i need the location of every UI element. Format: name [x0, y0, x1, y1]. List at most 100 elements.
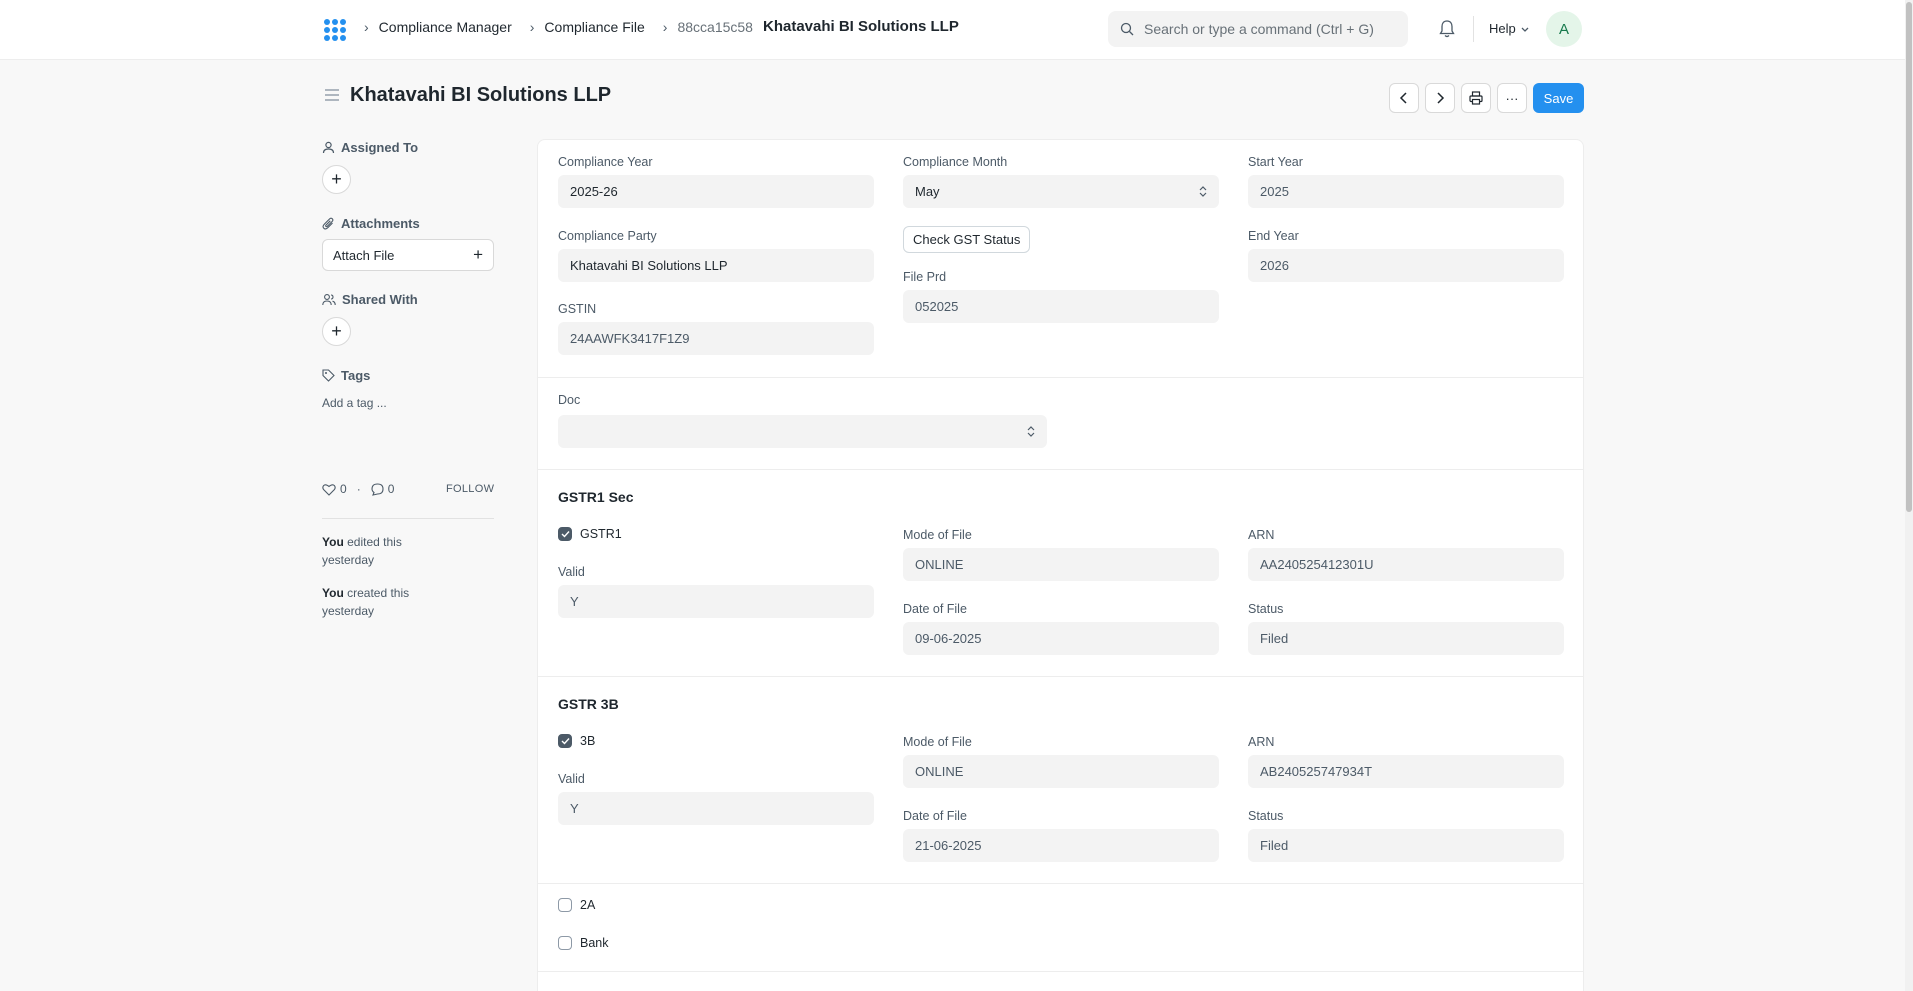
- gstr1-status-field[interactable]: Filed: [1248, 622, 1564, 655]
- search-icon: [1120, 22, 1134, 36]
- search-placeholder: Search or type a command (Ctrl + G): [1144, 21, 1374, 37]
- chevron-right-icon: ›: [529, 18, 535, 35]
- compliance-month-value: May: [915, 184, 940, 199]
- add-share-button[interactable]: +: [322, 317, 351, 346]
- gstr1-mode-field[interactable]: ONLINE: [903, 548, 1219, 581]
- help-dropdown[interactable]: Help: [1489, 21, 1530, 36]
- select-arrows-icon: [1027, 426, 1035, 437]
- scrollbar-thumb[interactable]: [1906, 2, 1912, 512]
- avatar[interactable]: A: [1546, 11, 1582, 47]
- breadcrumb: › Compliance Manager › Compliance File ›…: [360, 18, 959, 35]
- end-year-field[interactable]: 2026: [1248, 249, 1564, 282]
- prev-doc-button[interactable]: [1389, 83, 1419, 113]
- gstr1-checkbox[interactable]: GSTR1: [558, 527, 622, 541]
- add-assignee-button[interactable]: +: [322, 165, 351, 194]
- start-year-label: Start Year: [1248, 155, 1303, 169]
- activity-actor: You: [322, 535, 344, 549]
- stats-separator: ·: [356, 482, 361, 496]
- gstr1-date-field[interactable]: 09-06-2025: [903, 622, 1219, 655]
- gstr3b-date-label: Date of File: [903, 809, 967, 823]
- bank-checkbox[interactable]: Bank: [558, 936, 609, 950]
- gstr3b-check-label: 3B: [580, 734, 596, 748]
- doc-stats: 0 · 0: [322, 482, 394, 496]
- gstr1-arn-field[interactable]: AA240525412301U: [1248, 548, 1564, 581]
- compliance-month-label: Compliance Month: [903, 155, 1008, 169]
- breadcrumb-doc-hash[interactable]: 88cca15c58: [677, 19, 753, 35]
- file-prd-field[interactable]: 052025: [903, 290, 1219, 323]
- doc-select[interactable]: [558, 415, 1047, 448]
- bell-icon[interactable]: [1438, 19, 1456, 42]
- gstin-field[interactable]: 24AAWFK3417F1Z9: [558, 322, 874, 355]
- 2a-check-label: 2A: [580, 898, 596, 912]
- checkbox-box[interactable]: [558, 936, 572, 950]
- navbar: › Compliance Manager › Compliance File ›…: [0, 0, 1905, 60]
- attachments-heading: Attachments: [322, 216, 420, 231]
- gstr3b-valid-label: Valid: [558, 772, 585, 786]
- bank-check-label: Bank: [580, 936, 609, 950]
- compliance-year-field[interactable]: 2025-26: [558, 175, 874, 208]
- help-label: Help: [1489, 21, 1516, 36]
- gstr1-valid-field[interactable]: Y: [558, 585, 874, 618]
- users-icon: [322, 294, 336, 306]
- follow-button[interactable]: FOLLOW: [446, 483, 494, 495]
- comment-icon[interactable]: [371, 482, 384, 496]
- checkbox-box[interactable]: [558, 898, 572, 912]
- end-year-label: End Year: [1248, 229, 1299, 243]
- gstr3b-date-field[interactable]: 21-06-2025: [903, 829, 1219, 862]
- shared-with-label: Shared With: [342, 292, 418, 307]
- attach-file-button[interactable]: Attach File +: [322, 239, 494, 271]
- check-gst-status-button[interactable]: Check GST Status: [903, 226, 1031, 253]
- section-details: Compliance Year 2025-26 Compliance Month…: [538, 140, 1583, 378]
- start-year-field[interactable]: 2025: [1248, 175, 1564, 208]
- heart-icon[interactable]: [322, 483, 336, 496]
- print-button[interactable]: [1461, 83, 1491, 113]
- search-input[interactable]: Search or type a command (Ctrl + G): [1108, 11, 1408, 47]
- save-button[interactable]: Save: [1533, 83, 1584, 113]
- breadcrumb-compliance-file[interactable]: Compliance File: [544, 19, 644, 35]
- section-extra: 2A Bank: [538, 884, 1583, 972]
- checkbox-box[interactable]: [558, 527, 572, 541]
- chevron-left-icon: [1399, 92, 1407, 104]
- page-title: Khatavahi BI Solutions LLP: [350, 84, 612, 106]
- breadcrumb-compliance-manager[interactable]: Compliance Manager: [379, 19, 512, 35]
- gstr3b-section-title: GSTR 3B: [558, 696, 619, 712]
- 2a-checkbox[interactable]: 2A: [558, 898, 595, 912]
- section-gstr3b: GSTR 3B 3B Valid Y Mode of File ONLINE D…: [538, 677, 1583, 884]
- section-doc: Doc: [538, 378, 1583, 470]
- add-tag-link[interactable]: Add a tag ...: [322, 396, 387, 410]
- likes-count: 0: [340, 482, 347, 496]
- doc-label: Doc: [558, 393, 581, 407]
- sidebar-divider: [322, 518, 494, 519]
- chevron-down-icon: [1521, 27, 1529, 32]
- more-actions-button[interactable]: ···: [1497, 83, 1527, 113]
- gstr1-check-label: GSTR1: [580, 527, 622, 541]
- check-icon: [561, 738, 570, 745]
- checkbox-box[interactable]: [558, 734, 572, 748]
- assigned-to-heading: Assigned To: [322, 140, 418, 155]
- compliance-party-label: Compliance Party: [558, 229, 657, 243]
- activity-item: You edited this yesterday: [322, 533, 432, 569]
- compliance-party-field[interactable]: Khatavahi BI Solutions LLP: [558, 249, 874, 282]
- scrollbar[interactable]: [1905, 0, 1913, 991]
- app-logo-icon[interactable]: [324, 19, 346, 41]
- attachments-label: Attachments: [341, 216, 420, 231]
- assigned-to-label: Assigned To: [341, 140, 419, 155]
- activity-actor: You: [322, 586, 344, 600]
- gstr3b-valid-field[interactable]: Y: [558, 792, 874, 825]
- plus-icon: +: [473, 245, 483, 264]
- gstr3b-checkbox[interactable]: 3B: [558, 734, 595, 748]
- hamburger-icon[interactable]: [324, 88, 340, 105]
- page-header: Khatavahi BI Solutions LLP ··· Save: [324, 80, 1584, 114]
- breadcrumb-doc-name: Khatavahi BI Solutions LLP: [762, 18, 959, 35]
- gstr3b-status-field[interactable]: Filed: [1248, 829, 1564, 862]
- tag-icon: [322, 369, 335, 382]
- gstr1-date-label: Date of File: [903, 602, 967, 616]
- compliance-month-select[interactable]: May: [903, 175, 1219, 208]
- form-card: Compliance Year 2025-26 Compliance Month…: [537, 139, 1584, 991]
- next-doc-button[interactable]: [1425, 83, 1455, 113]
- attach-file-label: Attach File: [333, 247, 395, 263]
- activity-item: You created this yesterday: [322, 584, 432, 620]
- gstr3b-arn-field[interactable]: AB240525747934T: [1248, 755, 1564, 788]
- chevron-right-icon: [1437, 92, 1445, 104]
- gstr3b-mode-field[interactable]: ONLINE: [903, 755, 1219, 788]
